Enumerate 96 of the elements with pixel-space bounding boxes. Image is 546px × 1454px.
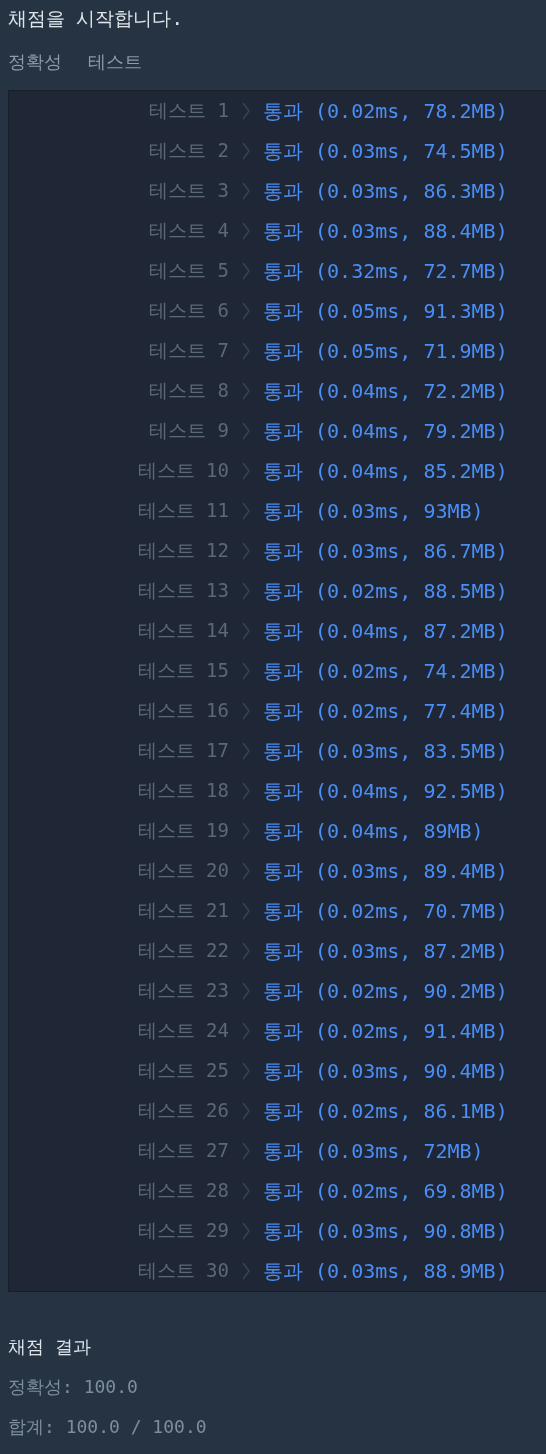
test-label: 테스트 20 (137, 858, 229, 883)
test-label: 테스트 3 (149, 178, 229, 203)
chevron-right-icon (242, 102, 250, 120)
chevron-right-icon (242, 622, 250, 640)
test-label: 테스트 16 (137, 698, 229, 723)
test-result: 통과 (0.03ms, 90.8MB) (263, 1217, 508, 1245)
test-result: 통과 (0.02ms, 91.4MB) (263, 1017, 508, 1045)
test-result: 통과 (0.03ms, 89.4MB) (263, 857, 508, 885)
chevron-right-icon (242, 182, 250, 200)
test-result: 통과 (0.02ms, 74.2MB) (263, 657, 508, 685)
chevron-right-icon (242, 1102, 250, 1120)
test-result: 통과 (0.03ms, 88.9MB) (263, 1257, 508, 1285)
test-result: 통과 (0.04ms, 87.2MB) (263, 617, 508, 645)
chevron-right-icon (242, 1222, 250, 1240)
chevron-right-icon (242, 582, 250, 600)
test-label: 테스트 10 (137, 458, 229, 483)
chevron-right-icon (242, 1262, 250, 1280)
chevron-right-icon (242, 342, 250, 360)
test-label: 테스트 8 (149, 378, 229, 403)
test-result: 통과 (0.02ms, 78.2MB) (263, 97, 508, 125)
chevron-right-icon (242, 822, 250, 840)
test-label: 테스트 27 (137, 1138, 229, 1163)
test-result: 통과 (0.02ms, 70.7MB) (263, 897, 508, 925)
chevron-right-icon (242, 702, 250, 720)
test-result: 통과 (0.05ms, 71.9MB) (263, 337, 508, 365)
test-result: 통과 (0.04ms, 89MB) (263, 817, 484, 845)
chevron-right-icon (242, 1182, 250, 1200)
test-label: 테스트 24 (137, 1018, 229, 1043)
test-label: 테스트 4 (149, 218, 229, 243)
chevron-right-icon (242, 902, 250, 920)
test-label: 테스트 30 (137, 1258, 229, 1283)
chevron-right-icon (242, 862, 250, 880)
test-label: 테스트 1 (149, 98, 229, 123)
test-label: 테스트 25 (137, 1058, 229, 1083)
test-result: 통과 (0.02ms, 69.8MB) (263, 1177, 508, 1205)
test-result: 통과 (0.03ms, 87.2MB) (263, 937, 508, 965)
chevron-right-icon (242, 142, 250, 160)
test-result: 통과 (0.04ms, 85.2MB) (263, 457, 508, 485)
test-result: 통과 (0.02ms, 88.5MB) (263, 577, 508, 605)
test-result: 통과 (0.03ms, 72MB) (263, 1137, 484, 1165)
test-label: 테스트 22 (137, 938, 229, 963)
test-label: 테스트 18 (137, 778, 229, 803)
test-label: 테스트 29 (137, 1218, 229, 1243)
test-label: 테스트 14 (137, 618, 229, 643)
test-label: 테스트 11 (137, 498, 229, 523)
test-label: 테스트 7 (149, 338, 229, 363)
test-result: 통과 (0.04ms, 92.5MB) (263, 777, 508, 805)
column-label: 정확성 (8, 50, 62, 74)
test-label: 테스트 17 (137, 738, 229, 763)
chevron-right-icon (242, 782, 250, 800)
chevron-right-icon (242, 262, 250, 280)
chevron-right-icon (242, 1022, 250, 1040)
test-result: 통과 (0.32ms, 72.7MB) (263, 257, 508, 285)
grading-status-text: 채점을 시작합니다. (8, 6, 183, 31)
test-result: 통과 (0.03ms, 88.4MB) (263, 217, 508, 245)
chevron-right-icon (242, 1142, 250, 1160)
test-result: 통과 (0.02ms, 86.1MB) (263, 1097, 508, 1125)
test-label: 테스트 15 (137, 658, 229, 683)
chevron-right-icon (242, 662, 250, 680)
score-text: 정확성: 100.0 (8, 1375, 138, 1399)
test-result: 통과 (0.04ms, 72.2MB) (263, 377, 508, 405)
test-result: 통과 (0.04ms, 79.2MB) (263, 417, 508, 445)
test-label: 테스트 23 (137, 978, 229, 1003)
test-result: 통과 (0.02ms, 77.4MB) (263, 697, 508, 725)
chevron-right-icon (242, 1062, 250, 1080)
chevron-right-icon (242, 302, 250, 320)
test-label: 테스트 13 (137, 578, 229, 603)
column-label: 테스트 (88, 50, 142, 74)
result-title: 채점 결과 (8, 1335, 91, 1359)
test-result: 통과 (0.02ms, 90.2MB) (263, 977, 508, 1005)
chevron-right-icon (242, 542, 250, 560)
score-text: 합계: 100.0 / 100.0 (8, 1415, 207, 1439)
test-label: 테스트 12 (137, 538, 229, 563)
test-result: 통과 (0.03ms, 93MB) (263, 497, 484, 525)
test-label: 테스트 21 (137, 898, 229, 923)
test-result: 통과 (0.03ms, 90.4MB) (263, 1057, 508, 1085)
chevron-right-icon (242, 382, 250, 400)
chevron-right-icon (242, 742, 250, 760)
test-label: 테스트 2 (149, 138, 229, 163)
test-result: 통과 (0.05ms, 91.3MB) (263, 297, 508, 325)
test-result: 통과 (0.03ms, 74.5MB) (263, 137, 508, 165)
chevron-right-icon (242, 942, 250, 960)
chevron-right-icon (242, 222, 250, 240)
test-result: 통과 (0.03ms, 83.5MB) (263, 737, 508, 765)
chevron-right-icon (242, 982, 250, 1000)
test-label: 테스트 26 (137, 1098, 229, 1123)
test-label: 테스트 5 (149, 258, 229, 283)
test-result: 통과 (0.03ms, 86.3MB) (263, 177, 508, 205)
test-label: 테스트 9 (149, 418, 229, 443)
chevron-right-icon (242, 422, 250, 440)
test-label: 테스트 28 (137, 1178, 229, 1203)
test-result: 통과 (0.03ms, 86.7MB) (263, 537, 508, 565)
test-label: 테스트 6 (149, 298, 229, 323)
chevron-right-icon (242, 462, 250, 480)
chevron-right-icon (242, 502, 250, 520)
test-label: 테스트 19 (137, 818, 229, 843)
